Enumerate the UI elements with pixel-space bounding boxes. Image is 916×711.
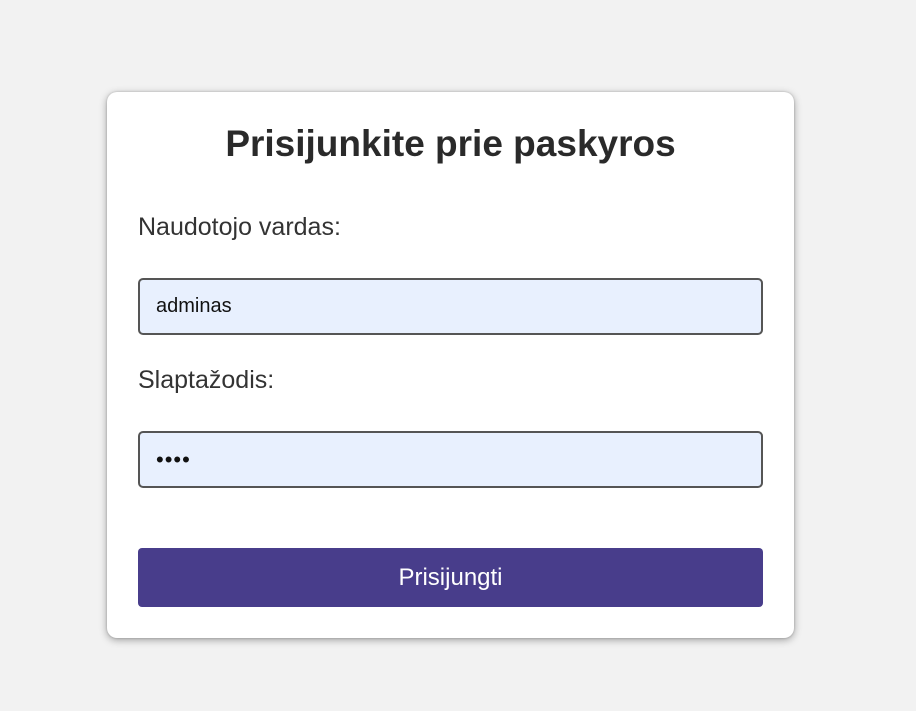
username-input[interactable] xyxy=(138,278,763,335)
username-label: Naudotojo vardas: xyxy=(138,213,341,241)
password-label: Slaptažodis: xyxy=(138,366,275,394)
page-title: Prisijunkite prie paskyros xyxy=(225,123,676,164)
password-input[interactable] xyxy=(138,431,763,488)
login-card: Prisijunkite prie paskyros Naudotojo var… xyxy=(107,92,794,638)
login-button[interactable]: Prisijungti xyxy=(138,548,763,607)
